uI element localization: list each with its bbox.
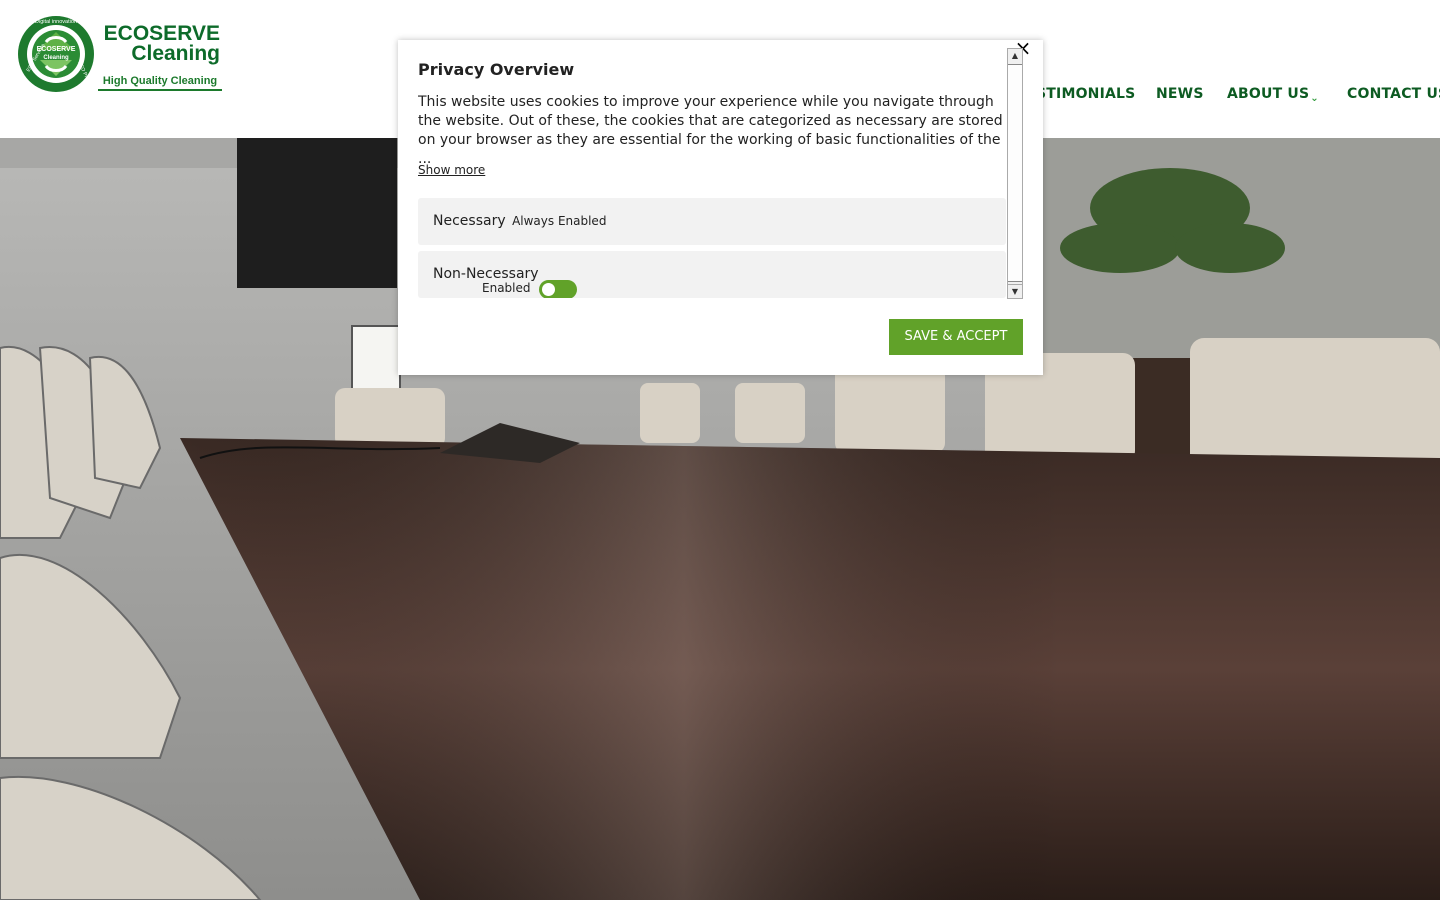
cookie-category-necessary[interactable]: Necessary Always Enabled: [418, 198, 1006, 245]
show-more-link[interactable]: Show more: [418, 163, 485, 177]
save-accept-button[interactable]: SAVE & ACCEPT: [889, 319, 1023, 355]
category-label: Non-Necessary: [433, 266, 539, 282]
nav-label: NEWS: [1156, 86, 1204, 102]
privacy-modal: Privacy Overview This website uses cooki…: [398, 40, 1043, 375]
nav-label: ABOUT US: [1227, 86, 1310, 102]
privacy-modal-content[interactable]: Privacy Overview This website uses cooki…: [418, 58, 1023, 298]
toggle-knob: [542, 283, 555, 296]
svg-text:Cleaning: Cleaning: [43, 55, 69, 61]
nav-item-news[interactable]: NEWS: [1156, 86, 1204, 102]
non-necessary-toggle[interactable]: [539, 280, 577, 298]
cookie-category-non-necessary[interactable]: Non-Necessary Enabled: [418, 251, 1006, 298]
svg-text:Digital innovation: Digital innovation: [35, 19, 77, 25]
site-logo[interactable]: ECOSERVE Cleaning Digital innovation ECO…: [16, 14, 222, 96]
scroll-thumb[interactable]: [1008, 64, 1022, 282]
scroll-down-arrow-icon[interactable]: ▼: [1008, 284, 1022, 298]
category-name: Necessary Always Enabled: [433, 213, 606, 229]
chevron-down-icon: ⌄: [1310, 93, 1319, 104]
toggle-status-label: Enabled: [482, 281, 531, 295]
nav-label: CONTACT US: [1347, 86, 1440, 102]
logo-title-line2: Cleaning: [131, 42, 220, 65]
logo-title: ECOSERVE Cleaning: [100, 22, 220, 65]
nav-item-contact-us[interactable]: CONTACT US⌄: [1347, 86, 1440, 102]
always-enabled-badge: Always Enabled: [512, 214, 607, 228]
logo-title-line1: ECOSERVE: [103, 22, 220, 45]
nav-item-testimonials[interactable]: STIMONIALS: [1036, 86, 1135, 102]
nav-item-about-us[interactable]: ABOUT US⌄: [1227, 86, 1319, 104]
modal-scrollbar[interactable]: ▲ ▼: [1007, 48, 1023, 299]
nav-label: STIMONIALS: [1036, 86, 1136, 102]
scroll-up-arrow-icon[interactable]: ▲: [1008, 49, 1022, 63]
modal-description: This website uses cookies to improve you…: [418, 94, 1003, 167]
modal-title: Privacy Overview: [418, 60, 575, 79]
category-label: Necessary: [433, 213, 506, 229]
logo-emblem-icon: ECOSERVE Cleaning Digital innovation ECO…: [18, 16, 95, 92]
